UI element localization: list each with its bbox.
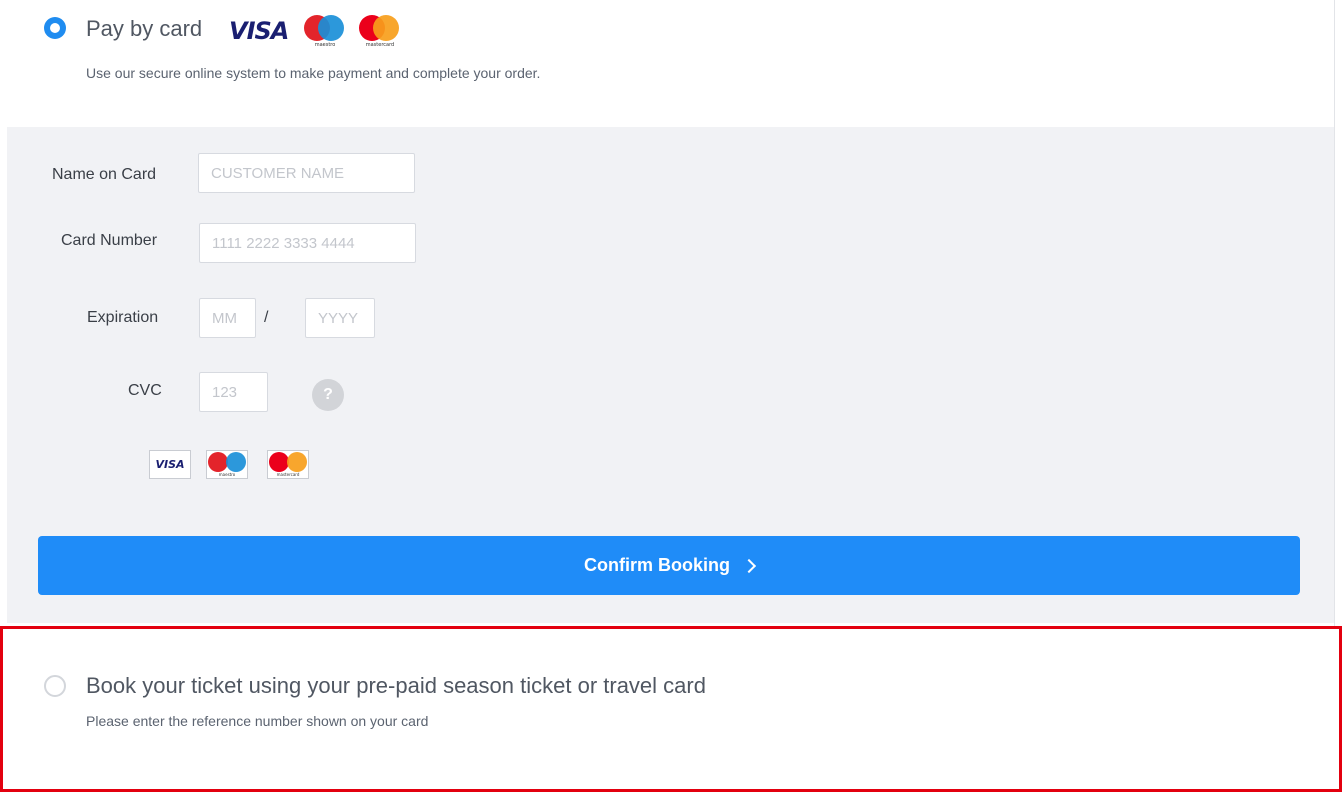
cvc-help-icon[interactable]: ?: [312, 379, 344, 411]
mastercard-logo-caption: mastercard: [365, 42, 395, 48]
payment-page: Pay by card VISA maestro mastercard Use …: [0, 0, 1342, 792]
visa-card-badge: VISA: [149, 450, 191, 479]
visa-logo: VISA: [229, 17, 289, 45]
cvc-label: CVC: [128, 382, 162, 399]
maestro-card-badge: maestro: [206, 450, 248, 479]
pay-by-card-description: Use our secure online system to make pay…: [86, 65, 541, 81]
confirm-booking-button[interactable]: Confirm Booking: [38, 536, 1300, 595]
maestro-badge-caption: maestro: [218, 472, 236, 477]
maestro-logo-caption: maestro: [314, 42, 336, 48]
card-number-label: Card Number: [61, 232, 158, 249]
card-number-input[interactable]: [199, 223, 416, 263]
season-ticket-option[interactable]: [0, 626, 1342, 792]
confirm-booking-label: Confirm Booking: [584, 555, 730, 575]
name-on-card-label: Name on Card: [52, 166, 157, 183]
mastercard-logo: mastercard: [357, 15, 403, 49]
expiration-separator: /: [264, 309, 269, 326]
name-on-card-input[interactable]: [198, 153, 415, 193]
season-ticket-radio[interactable]: [44, 675, 66, 697]
expiration-year-input[interactable]: [305, 298, 375, 338]
expiration-label: Expiration: [87, 309, 159, 326]
mastercard-card-badge: mastercard: [267, 450, 309, 479]
season-ticket-description: Please enter the reference number shown …: [86, 713, 429, 729]
pay-by-card-radio[interactable]: [44, 17, 66, 39]
season-ticket-label[interactable]: Book your ticket using your pre-paid sea…: [86, 673, 706, 699]
scroll-gutter: [1334, 0, 1335, 628]
maestro-logo: maestro: [302, 15, 348, 49]
mastercard-badge-caption: mastercard: [276, 472, 300, 477]
pay-by-card-label[interactable]: Pay by card: [86, 16, 202, 42]
expiration-month-input[interactable]: [199, 298, 256, 338]
cvc-input[interactable]: [199, 372, 268, 412]
chevron-right-icon: [741, 558, 757, 573]
